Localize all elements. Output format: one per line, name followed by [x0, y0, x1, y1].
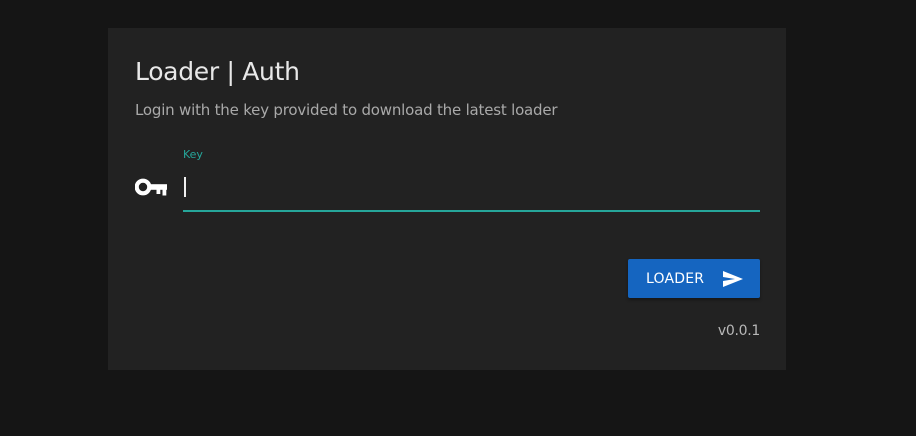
card-title: Loader | Auth [135, 57, 300, 86]
text-cursor [184, 177, 186, 197]
card-subtitle: Login with the key provided to download … [135, 101, 558, 119]
auth-card: Loader | Auth Login with the key provide… [108, 28, 786, 370]
key-icon [135, 178, 167, 196]
send-icon [723, 270, 743, 287]
key-field-underline [183, 210, 760, 212]
key-field-label: Key [183, 148, 203, 161]
key-input[interactable] [183, 170, 760, 210]
version-label: v0.0.1 [717, 323, 760, 339]
key-field: Key [183, 144, 760, 212]
loader-button-label: LOADER [646, 270, 705, 287]
loader-button[interactable]: LOADER [628, 259, 760, 298]
